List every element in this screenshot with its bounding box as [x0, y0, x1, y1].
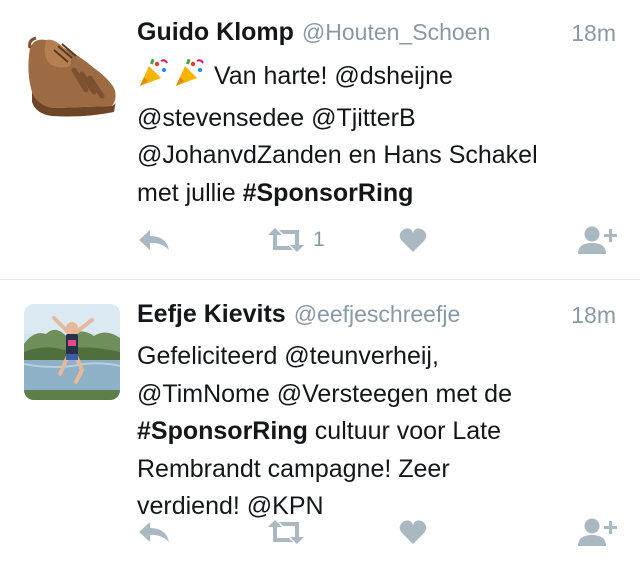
retweet-icon [268, 520, 304, 544]
tweet[interactable]: Eefje Kievits @eefjeschreefje 18m Gefelic… [0, 280, 640, 577]
heart-icon [399, 520, 427, 544]
shoe-avatar-image [24, 26, 120, 122]
tweet[interactable]: Guido Klomp @Houten_Schoen 18m Van harte… [0, 0, 640, 280]
follow-user-icon [578, 226, 617, 254]
timestamp[interactable]: 18m [571, 302, 616, 329]
tweet-actions [137, 516, 617, 548]
user-handle[interactable]: @eefjeschreefje [294, 301, 461, 327]
tweet-text: Van harte! @dsheijne @stevensedee @Tjitt… [137, 58, 617, 212]
tweet-text-line: Gefeliciteerd @teunverheij, [137, 342, 439, 370]
hashtag-link[interactable]: #SponsorRing [137, 417, 308, 445]
tweet-header: Guido Klomp @Houten_Schoen 18m [137, 18, 616, 52]
avatar[interactable] [24, 304, 120, 400]
tweet-text-line: #SponsorRing cultuur voor Late [137, 413, 617, 451]
user-handle[interactable]: @Houten_Schoen [302, 19, 490, 45]
follow-user-icon [578, 518, 617, 546]
tweet-actions: 1 [137, 224, 617, 256]
follow-button[interactable] [577, 224, 617, 256]
tweet-text-line: Van harte! @dsheijne [137, 58, 617, 100]
tweet-text-segment: cultuur voor Late [307, 417, 502, 445]
like-button[interactable] [399, 224, 427, 256]
follow-button[interactable] [577, 516, 617, 548]
person-avatar-image [24, 304, 120, 400]
tweet-text-line: @stevensedee @TjitterB [137, 103, 416, 132]
reply-button[interactable] [137, 516, 171, 548]
retweet-icon [268, 228, 304, 252]
tweet-text-line: @JohanvdZanden en Hans Schakel [137, 141, 538, 169]
retweet-button[interactable] [267, 516, 313, 548]
tweet-text-line: met jullie #SponsorRing [137, 175, 617, 213]
like-button[interactable] [399, 516, 427, 548]
tweet-text-line: @TimNome @Versteegen met de [137, 379, 512, 408]
heart-icon [399, 228, 427, 252]
reply-icon [139, 522, 169, 542]
tweet-text-segment: Van harte! @dsheijne [207, 62, 453, 90]
tweet-text-line: Rembrandt campagne! Zeer [137, 454, 450, 483]
reply-button[interactable] [137, 224, 171, 256]
tweet-text-segment: met jullie [137, 178, 243, 207]
party-popper-icon [137, 58, 207, 100]
hashtag-link[interactable]: #SponsorRing [243, 179, 414, 207]
display-name[interactable]: Guido Klomp [137, 18, 294, 46]
retweet-button[interactable]: 1 [267, 224, 325, 256]
tweet-text: Gefeliciteerd @teunverheij, @TimNome @Ve… [137, 338, 617, 526]
display-name[interactable]: Eefje Kievits [137, 300, 286, 328]
tweet-header: Eefje Kievits @eefjeschreefje 18m [137, 300, 616, 334]
retweet-count: 1 [313, 228, 325, 251]
avatar[interactable] [24, 26, 120, 122]
reply-icon [139, 230, 169, 250]
timestamp[interactable]: 18m [571, 20, 616, 47]
